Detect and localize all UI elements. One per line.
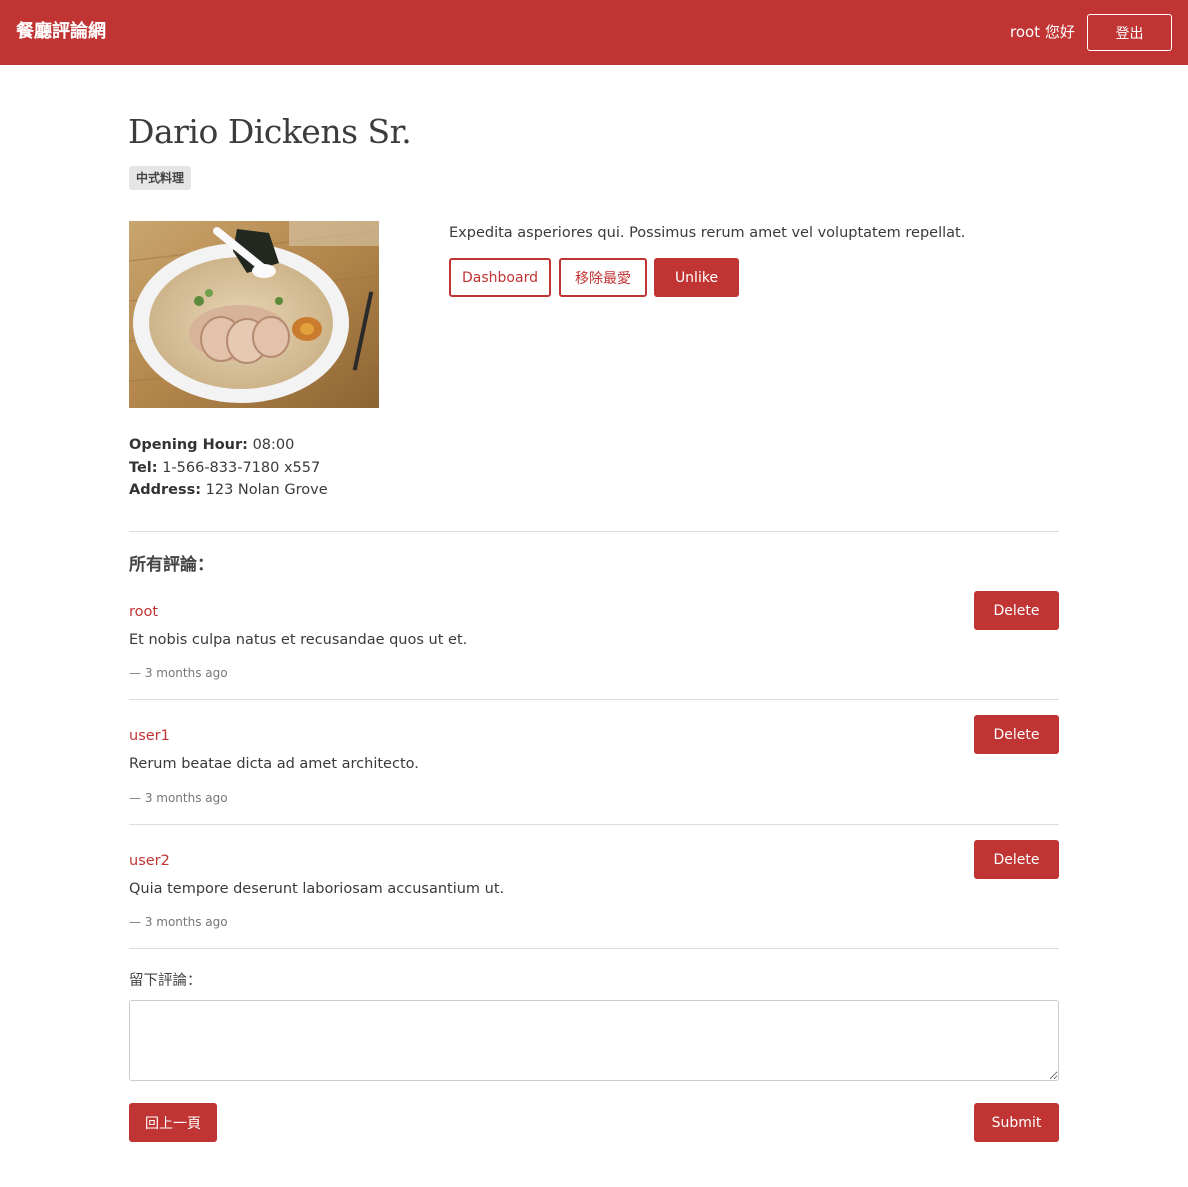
category-badge: 中式料理 bbox=[129, 166, 192, 190]
restaurant-photo bbox=[129, 221, 379, 408]
delete-comment-button[interactable]: Delete bbox=[974, 591, 1059, 630]
comment-timestamp: — 3 months ago bbox=[129, 915, 228, 929]
comment-timestamp: — 3 months ago bbox=[129, 666, 228, 680]
comment-textarea[interactable] bbox=[129, 1000, 1059, 1081]
comment-text: Rerum beatae dicta ad amet architecto. bbox=[129, 756, 419, 772]
leave-comment-label: 留下評論： bbox=[129, 973, 202, 989]
restaurant-info: Opening Hour: 08:00 Tel: 1-566-833-7180 … bbox=[129, 434, 328, 502]
opening-hour-row: Opening Hour: 08:00 bbox=[129, 434, 328, 457]
tel-row: Tel: 1-566-833-7180 x557 bbox=[129, 457, 328, 480]
comment-user-link[interactable]: root bbox=[129, 602, 158, 622]
tel-label: Tel: bbox=[129, 459, 158, 476]
address-value: 123 Nolan Grove bbox=[205, 482, 328, 498]
opening-hour-value: 08:00 bbox=[252, 437, 295, 453]
restaurant-name: Dario Dickens Sr. bbox=[128, 112, 412, 151]
comment-divider bbox=[129, 824, 1059, 825]
user-greeting: root 您好 bbox=[1010, 23, 1075, 41]
comment-divider bbox=[129, 699, 1059, 700]
back-button[interactable]: 回上一頁 bbox=[129, 1103, 217, 1142]
opening-hour-label: Opening Hour: bbox=[129, 437, 248, 453]
unlike-button[interactable]: Unlike bbox=[654, 258, 739, 297]
comment-timestamp: — 3 months ago bbox=[129, 791, 228, 805]
delete-comment-button[interactable]: Delete bbox=[974, 840, 1059, 879]
restaurant-description: Expedita asperiores qui. Possimus rerum … bbox=[449, 225, 966, 241]
section-divider bbox=[129, 531, 1059, 532]
submit-button[interactable]: Submit bbox=[974, 1103, 1059, 1142]
comment-user-link[interactable]: user1 bbox=[129, 726, 170, 746]
dashboard-button[interactable]: Dashboard bbox=[449, 258, 551, 297]
address-label: Address: bbox=[129, 482, 202, 498]
ramen-bowl-image bbox=[129, 221, 379, 408]
comment-text: Quia tempore deserunt laboriosam accusan… bbox=[129, 881, 505, 897]
tel-value: 1-566-833-7180 x557 bbox=[162, 459, 321, 476]
brand-link[interactable]: 餐廳評論網 bbox=[16, 19, 106, 45]
logout-button[interactable]: 登出 bbox=[1087, 14, 1172, 51]
comments-heading: 所有評論： bbox=[129, 555, 214, 575]
address-row: Address: 123 Nolan Grove bbox=[129, 479, 328, 502]
delete-comment-button[interactable]: Delete bbox=[974, 715, 1059, 754]
top-navbar: 餐廳評論網 root 您好 登出 bbox=[0, 0, 1188, 65]
comment-text: Et nobis culpa natus et recusandae quos … bbox=[129, 632, 468, 648]
comment-user-link[interactable]: user2 bbox=[129, 851, 170, 871]
remove-favorite-button[interactable]: 移除最愛 bbox=[559, 258, 647, 297]
comment-divider bbox=[129, 948, 1059, 949]
